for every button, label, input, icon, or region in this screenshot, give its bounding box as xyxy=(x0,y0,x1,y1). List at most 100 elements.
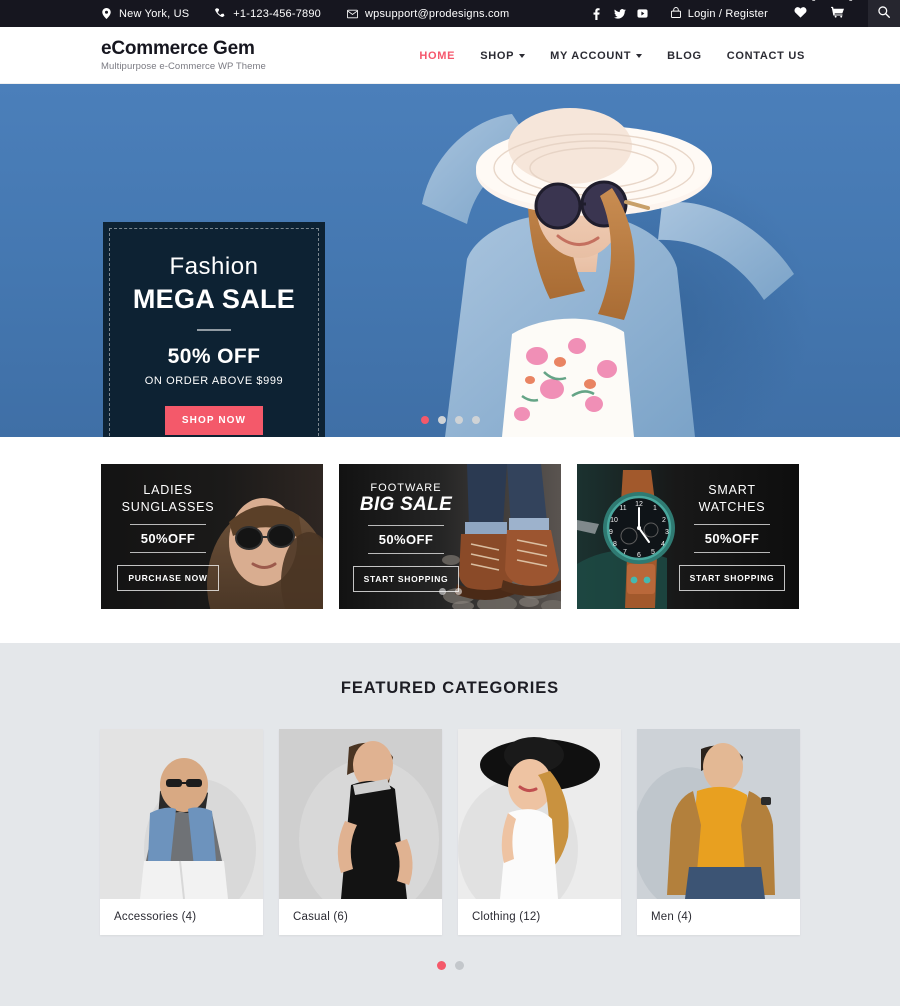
email-info[interactable]: wpsupport@prodesigns.com xyxy=(346,7,510,20)
svg-text:10: 10 xyxy=(610,517,618,524)
hero-model-image xyxy=(422,108,812,437)
location-text: New York, US xyxy=(119,7,190,20)
promo-discount: 50%OFF xyxy=(368,525,444,555)
email-text: wpsupport@prodesigns.com xyxy=(364,7,510,20)
featured-categories-heading: FEATURED CATEGORIES xyxy=(340,679,560,697)
nav-item-shop[interactable]: SHOP xyxy=(480,49,526,62)
promo-banner-footware[interactable]: FOOTWARE BIG SALE 50%OFF START SHOPPING xyxy=(339,464,561,609)
site-tagline: Multipurpose e-Commerce WP Theme xyxy=(101,61,266,73)
facebook-icon[interactable] xyxy=(591,7,603,20)
promo-subtitle-line2: SUNGLASSES xyxy=(121,499,215,514)
featured-slider-dot-2[interactable] xyxy=(454,961,464,970)
hero-slider-dot-2[interactable] xyxy=(437,416,446,424)
search-button[interactable] xyxy=(868,0,900,27)
site-header: eCommerce Gem Multipurpose e-Commerce WP… xyxy=(0,27,900,84)
hero-discount: 50% OFF xyxy=(167,345,261,369)
category-image-casual xyxy=(279,729,442,899)
category-label-men: Men (4) xyxy=(651,911,693,923)
hero-slider-dots xyxy=(0,416,900,424)
promo-text-sunglasses: LADIES SUNGLASSES 50%OFF PURCHASE NOW xyxy=(109,464,227,609)
svg-text:6: 6 xyxy=(637,552,641,559)
youtube-icon[interactable] xyxy=(637,8,649,20)
top-bar: New York, US +1-123-456-7890 wpsupport@p… xyxy=(0,0,900,27)
hero-promo-inner: Fashion MEGA SALE 50% OFF ON ORDER ABOVE… xyxy=(109,228,319,437)
category-card-clothing[interactable]: Clothing (12) xyxy=(458,729,621,935)
twitter-icon[interactable] xyxy=(613,8,626,20)
featured-slider-dots xyxy=(0,961,900,970)
site-title: eCommerce Gem xyxy=(101,37,255,59)
cart-button[interactable]: 0 xyxy=(831,0,868,27)
heart-icon xyxy=(794,6,807,21)
promo-slider-dot-1[interactable] xyxy=(438,588,446,595)
promo-subtitle-line1: SMART xyxy=(708,482,756,497)
chevron-down-icon xyxy=(519,53,526,58)
promo-text-watches: SMART WATCHES 50%OFF START SHOPPING xyxy=(673,464,791,609)
purchase-now-button[interactable]: PURCHASE NOW xyxy=(117,565,219,592)
svg-text:3: 3 xyxy=(665,529,669,536)
promo-subtitle-line1: LADIES xyxy=(143,482,193,497)
nav-label-contact-us: CONTACT US xyxy=(726,49,805,62)
hero-promo-box: Fashion MEGA SALE 50% OFF ON ORDER ABOVE… xyxy=(103,222,325,437)
cart-icon xyxy=(831,6,844,21)
nav-label-home: HOME xyxy=(419,49,456,62)
map-pin-icon xyxy=(101,8,112,19)
location-info: New York, US xyxy=(101,8,189,20)
category-card-men[interactable]: Men (4) xyxy=(637,729,800,935)
social-links xyxy=(591,0,671,27)
nav-item-blog[interactable]: BLOG xyxy=(667,50,702,62)
featured-categories-section: FEATURED CATEGORIES Accessories (4) Casu… xyxy=(0,643,900,1006)
svg-text:2: 2 xyxy=(662,517,666,524)
category-label-clothing: Clothing (12) xyxy=(472,911,541,923)
svg-text:9: 9 xyxy=(609,529,613,536)
user-lock-icon xyxy=(670,6,681,21)
nav-label-shop: SHOP xyxy=(480,49,515,62)
category-image-men xyxy=(637,729,800,899)
phone-icon xyxy=(215,8,226,19)
main-navigation: HOME SHOP MY ACCOUNT BLOG CONTACT US xyxy=(419,27,805,84)
phone-text: +1-123-456-7890 xyxy=(233,7,321,20)
hero-slider-dot-1[interactable] xyxy=(420,416,429,424)
category-image-clothing xyxy=(458,729,621,899)
nav-label-blog: BLOG xyxy=(667,49,702,62)
site-branding[interactable]: eCommerce Gem Multipurpose e-Commerce WP… xyxy=(0,38,266,73)
nav-item-contact-us[interactable]: CONTACT US xyxy=(727,50,805,62)
svg-text:5: 5 xyxy=(651,549,655,556)
login-register-link[interactable]: Login / Register xyxy=(670,0,794,27)
top-bar-contact-info: New York, US +1-123-456-7890 wpsupport@p… xyxy=(0,8,509,20)
chevron-down-icon xyxy=(636,53,643,58)
start-shopping-button[interactable]: START SHOPPING xyxy=(678,565,786,592)
hero-title: MEGA SALE xyxy=(132,284,296,315)
hero-slider-dot-4[interactable] xyxy=(471,416,480,424)
category-cards: Accessories (4) Casual (6) Clothing (12)… xyxy=(0,729,900,935)
hero-condition: ON ORDER ABOVE $999 xyxy=(144,375,284,388)
category-card-accessories[interactable]: Accessories (4) xyxy=(100,729,263,935)
promo-discount: 50%OFF xyxy=(694,524,770,554)
promo-banners: LADIES SUNGLASSES 50%OFF PURCHASE NOW FO… xyxy=(0,437,900,643)
promo-title: BIG SALE xyxy=(359,494,453,516)
promo-slider-dots xyxy=(339,588,561,595)
svg-text:1: 1 xyxy=(653,505,657,512)
promo-subtitle-line1: FOOTWARE xyxy=(370,481,442,494)
category-label-casual: Casual (6) xyxy=(293,911,349,923)
promo-discount: 50%OFF xyxy=(130,524,206,554)
nav-item-home[interactable]: HOME xyxy=(419,50,455,62)
hero-divider xyxy=(197,329,231,332)
hero-eyebrow: Fashion xyxy=(169,252,259,280)
wishlist-button[interactable]: 0 xyxy=(794,0,831,27)
category-card-casual[interactable]: Casual (6) xyxy=(279,729,442,935)
hero-slider: Fashion MEGA SALE 50% OFF ON ORDER ABOVE… xyxy=(0,84,900,437)
promo-slider-dot-2[interactable] xyxy=(454,588,462,595)
svg-text:8: 8 xyxy=(613,541,617,548)
category-label-accessories: Accessories (4) xyxy=(114,911,197,923)
promo-banner-watches[interactable]: 12 1 2 345 678 9 10 11 SMART WATCHES 50%OFF … xyxy=(577,464,799,609)
category-image-accessories xyxy=(100,729,263,899)
search-icon xyxy=(878,6,890,21)
featured-slider-dot-1[interactable] xyxy=(436,961,446,970)
svg-text:7: 7 xyxy=(623,549,627,556)
promo-banner-sunglasses[interactable]: LADIES SUNGLASSES 50%OFF PURCHASE NOW xyxy=(101,464,323,609)
wishlist-count: 0 xyxy=(812,0,816,3)
nav-item-my-account[interactable]: MY ACCOUNT xyxy=(550,50,643,62)
promo-subtitle-line2: WATCHES xyxy=(698,499,766,514)
phone-info[interactable]: +1-123-456-7890 xyxy=(215,8,321,20)
hero-slider-dot-3[interactable] xyxy=(454,416,463,424)
